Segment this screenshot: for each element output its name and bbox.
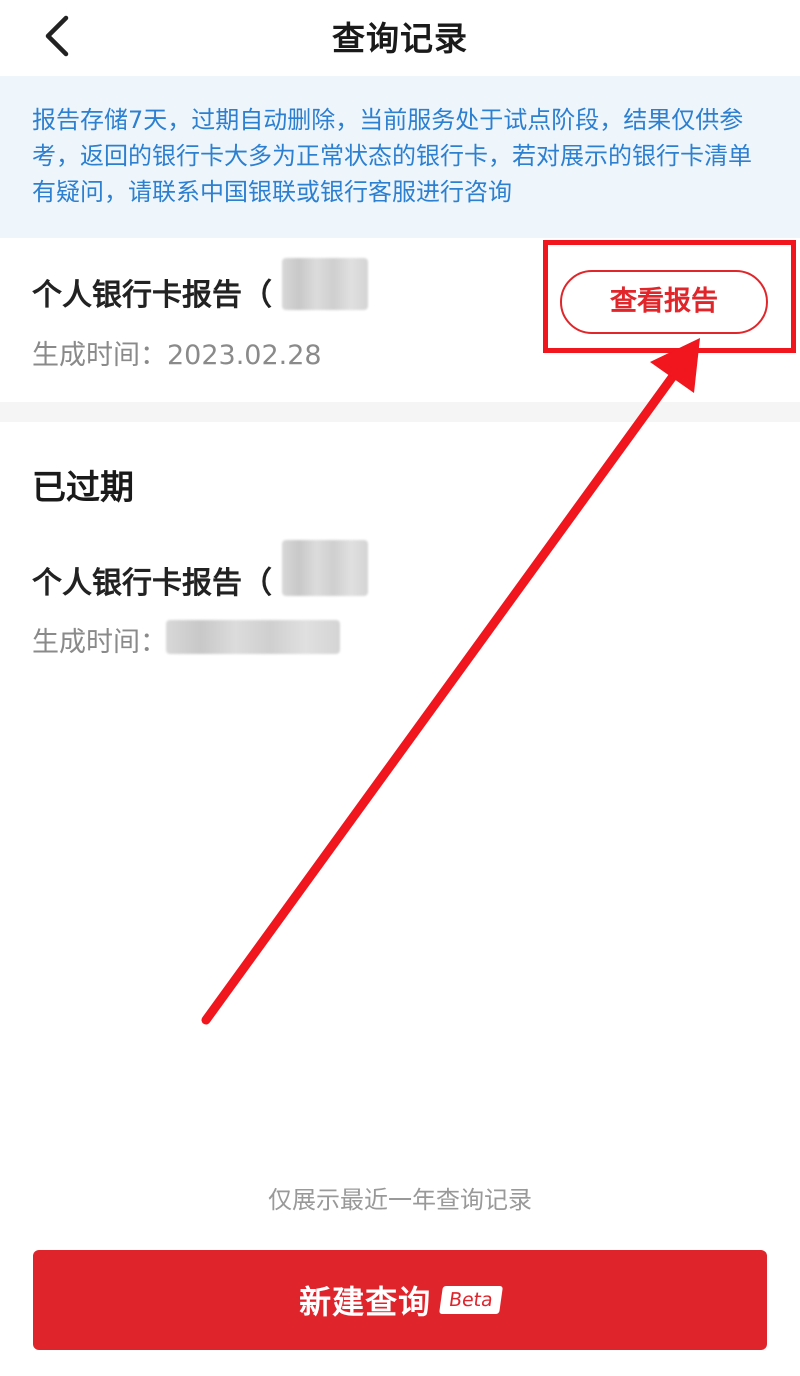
redacted-report-suffix [282, 258, 368, 310]
expired-report-title: 个人银行卡报告（ [32, 566, 272, 601]
section-divider [0, 402, 800, 422]
footer-note: 仅展示最近一年查询记录 [268, 1186, 532, 1214]
redacted-report-time [166, 620, 340, 654]
new-query-label: 新建查询 [299, 1283, 432, 1321]
redacted-report-suffix [282, 540, 368, 596]
notice-text: 报告存储7天，过期自动删除，当前服务处于试点阶段，结果仅供参考，返回的银行卡大多… [32, 106, 752, 206]
page-title: 查询记录 [332, 19, 468, 58]
expired-report-time-label: 生成时间： [32, 627, 167, 658]
new-query-button[interactable]: 新建查询 Beta [33, 1250, 767, 1350]
active-report-title: 个人银行卡报告（ [32, 278, 272, 313]
top-nav-bar: 查询记录 [0, 0, 800, 76]
active-report-time: 生成时间：2023.02.28 [32, 333, 322, 372]
time-value: 2023.02.28 [167, 340, 322, 371]
annotation-highlight-box [543, 240, 796, 353]
notice-banner: 报告存储7天，过期自动删除，当前服务处于试点阶段，结果仅供参考，返回的银行卡大多… [0, 76, 800, 238]
time-label: 生成时间： [32, 340, 167, 371]
beta-badge: Beta [439, 1286, 503, 1314]
expired-section-title: 已过期 [32, 468, 134, 508]
